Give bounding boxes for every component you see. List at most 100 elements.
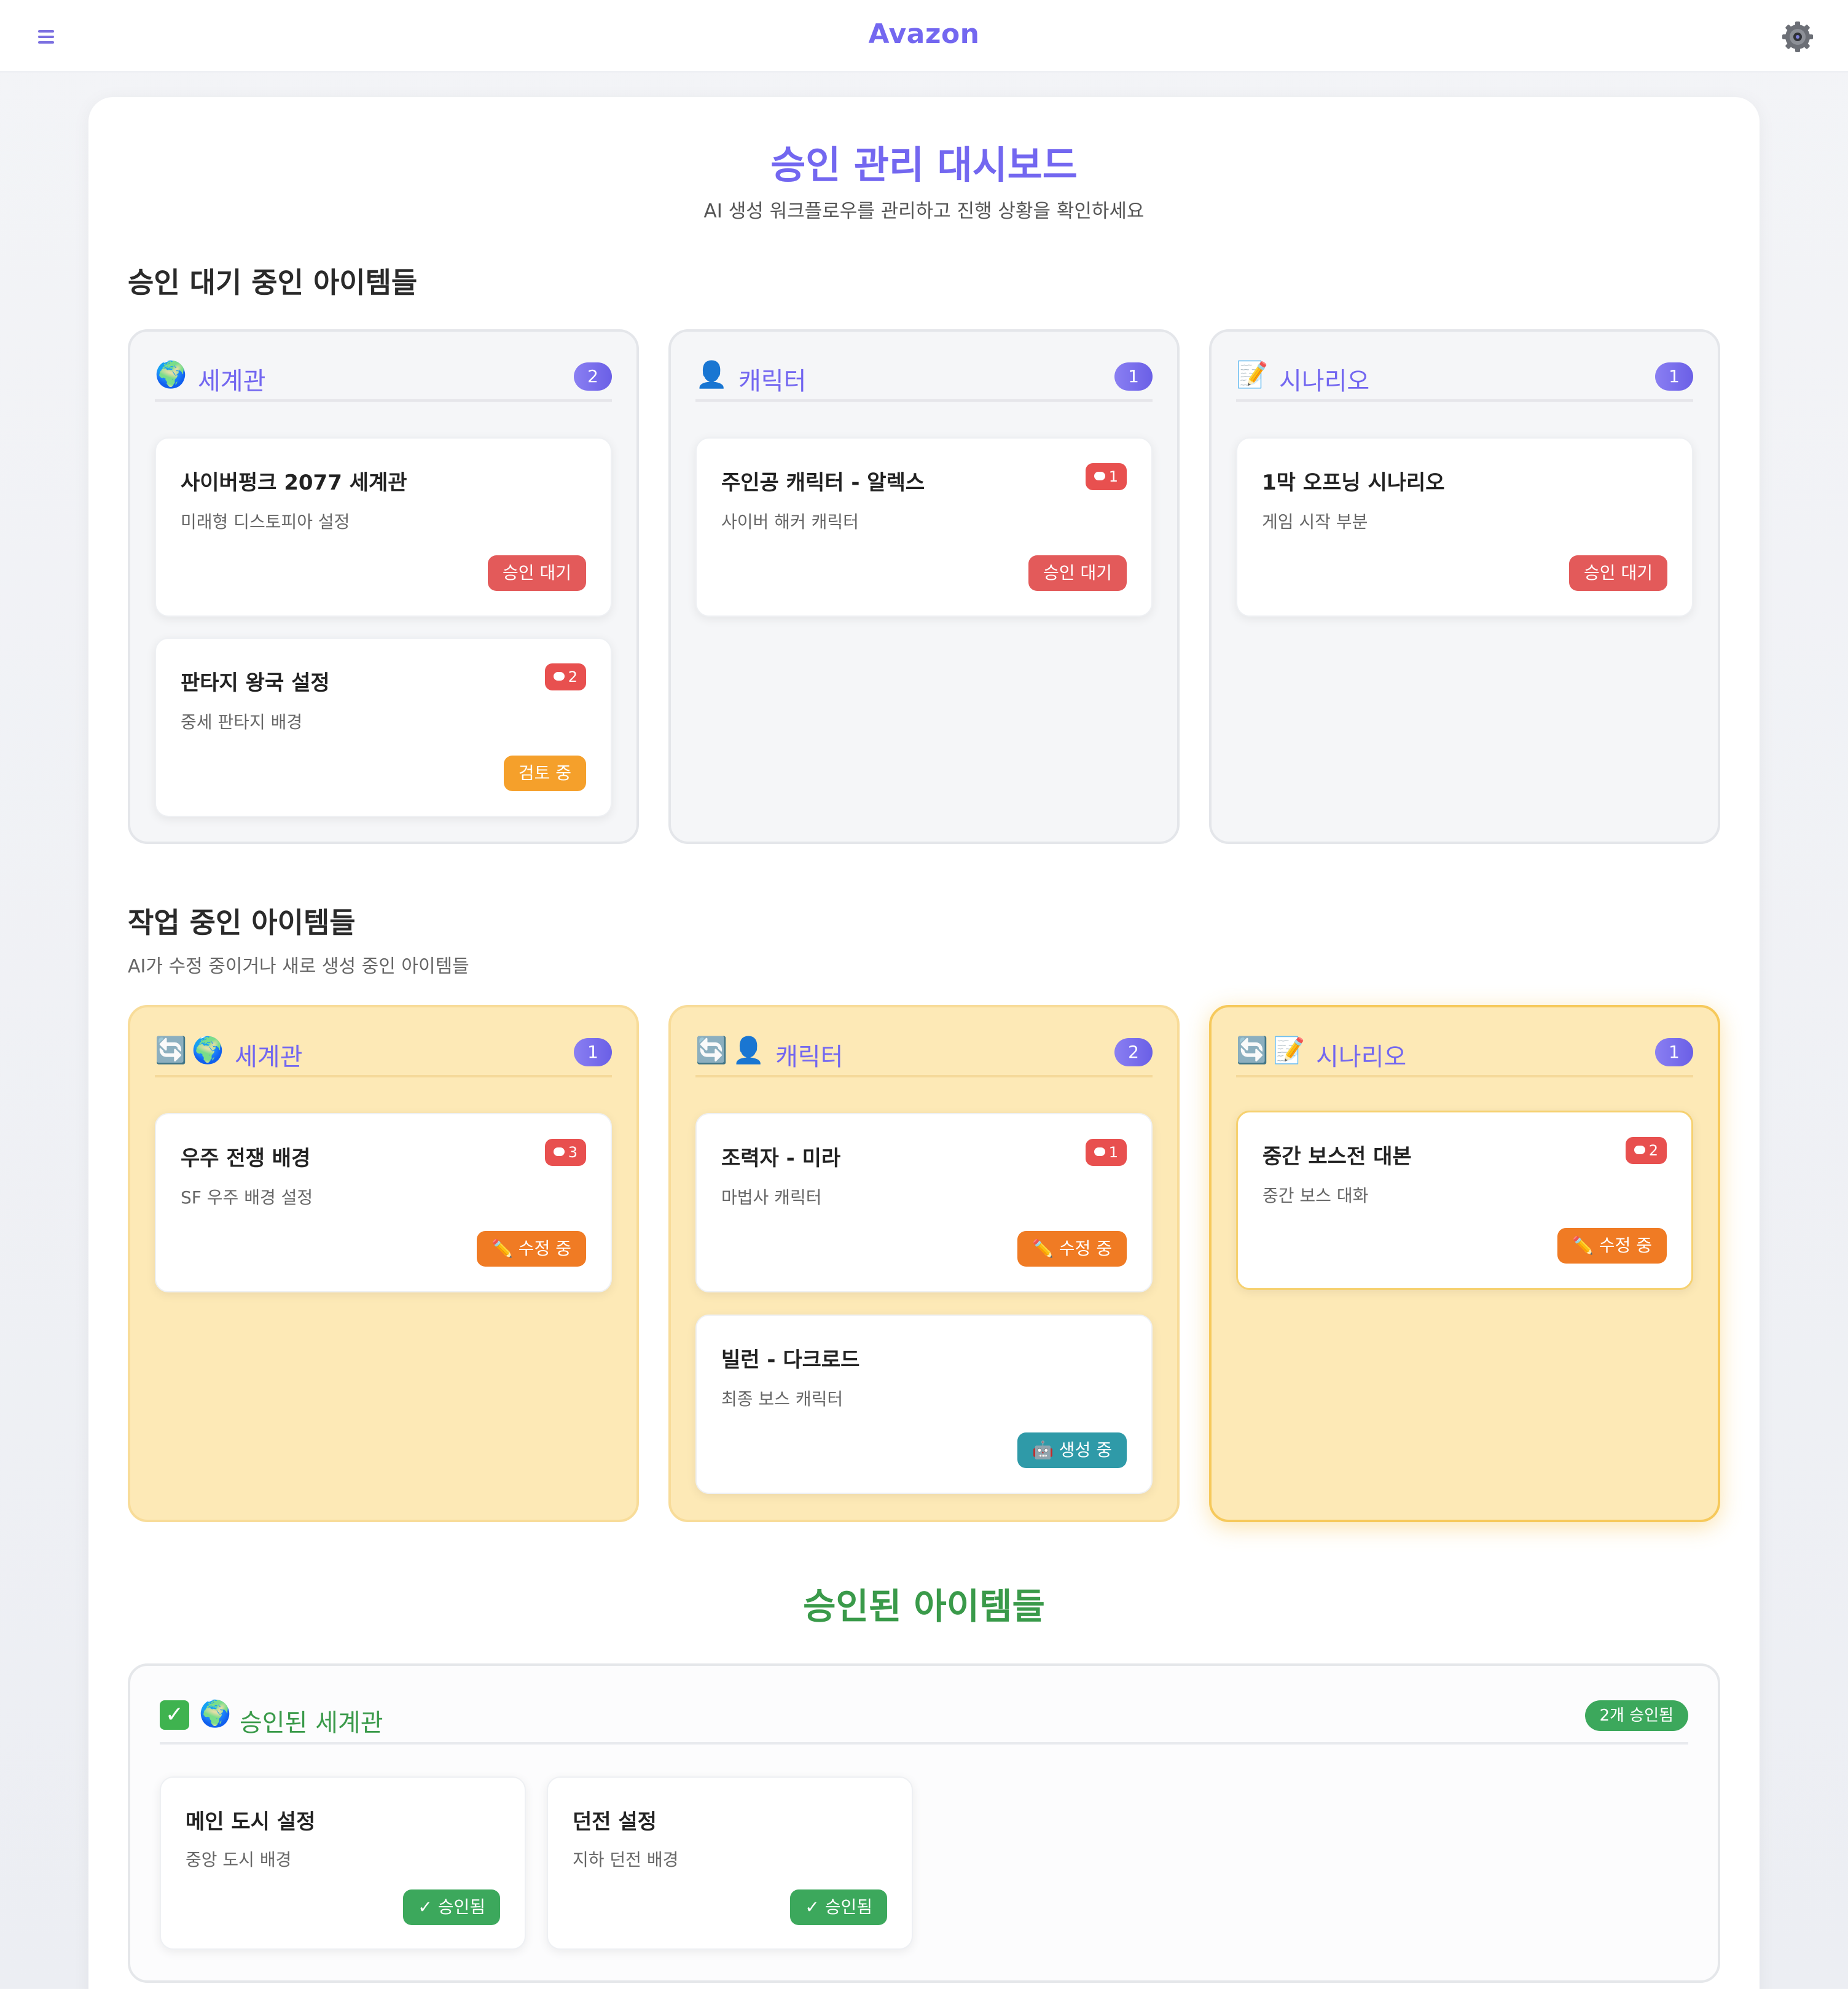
approved-item-card[interactable]: 던전 설정 지하 던전 배경 ✓ 승인됨	[547, 1776, 913, 1950]
person-icon: 👤	[732, 1035, 765, 1065]
settings-gear-icon[interactable]	[1782, 21, 1814, 53]
working-column-character: 🔄 👤 캐릭터 2 조력자 - 미라 1 마법사 캐릭터 ✏️ 수정 중 빌런 …	[668, 1005, 1180, 1522]
item-card[interactable]: 사이버펑크 2077 세계관 미래형 디스토피아 설정 승인 대기	[155, 437, 612, 617]
pending-column-character: 👤 캐릭터 1 주인공 캐릭터 - 알렉스 1 사이버 해커 캐릭터 승인 대기	[668, 329, 1180, 844]
item-card[interactable]: 조력자 - 미라 1 마법사 캐릭터 ✏️ 수정 중	[695, 1113, 1153, 1292]
comment-count: 1	[1108, 468, 1118, 485]
item-title: 판타지 왕국 설정	[181, 671, 330, 695]
pending-column-scenario: 📝 시나리오 1 1막 오프닝 시나리오 게임 시작 부분 승인 대기	[1209, 329, 1720, 844]
column-header: 🔄 👤 캐릭터 2	[695, 1034, 1153, 1077]
comment-icon	[553, 1147, 565, 1156]
working-section-subtitle: AI가 수정 중이거나 새로 생성 중인 아이템들	[128, 956, 469, 977]
item-title: 사이버펑크 2077 세계관	[181, 471, 407, 495]
comment-badge[interactable]: 1	[1085, 1139, 1127, 1166]
check-mark-icon: ✓	[160, 1700, 189, 1730]
column-header: 🌍 세계관 2	[155, 359, 612, 402]
globe-icon: 🌍	[192, 1035, 224, 1065]
item-card[interactable]: 1막 오프닝 시나리오 게임 시작 부분 승인 대기	[1236, 437, 1693, 617]
item-description: 중앙 도시 배경	[186, 1850, 292, 1870]
item-description: 게임 시작 부분	[1262, 512, 1368, 532]
comment-badge[interactable]: 1	[1085, 463, 1127, 490]
top-bar: Avazon	[0, 0, 1848, 72]
column-header: 🔄 📝 시나리오 1	[1236, 1034, 1693, 1077]
item-title: 주인공 캐릭터 - 알렉스	[721, 471, 925, 495]
item-description: 미래형 디스토피아 설정	[181, 512, 350, 532]
comment-badge[interactable]: 3	[544, 1139, 586, 1166]
status-badge[interactable]: 승인 대기	[1569, 555, 1667, 591]
count-badge: 1	[574, 1038, 612, 1066]
comment-icon	[1094, 472, 1105, 480]
count-badge: 2	[574, 362, 612, 391]
brand-logo[interactable]: Avazon	[0, 18, 1848, 50]
item-card[interactable]: 주인공 캐릭터 - 알렉스 1 사이버 해커 캐릭터 승인 대기	[695, 437, 1153, 617]
refresh-icon: 🔄	[1236, 1035, 1269, 1065]
item-description: 최종 보스 캐릭터	[721, 1389, 844, 1409]
status-badge[interactable]: ✏️ 수정 중	[1557, 1228, 1667, 1264]
comment-count: 2	[568, 668, 578, 686]
status-badge[interactable]: ✏️ 수정 중	[1017, 1231, 1127, 1267]
column-header: 📝 시나리오 1	[1236, 359, 1693, 402]
memo-icon: 📝	[1236, 359, 1269, 389]
approved-count-badge: 2개 승인됨	[1584, 1700, 1688, 1731]
column-label: 세계관	[235, 1043, 303, 1071]
status-badge[interactable]: 승인 대기	[1028, 555, 1127, 591]
globe-icon: 🌍	[199, 1698, 232, 1729]
column-label: 캐릭터	[738, 367, 807, 396]
column-label: 시나리오	[1316, 1043, 1407, 1071]
item-title: 중간 보스전 대본	[1263, 1144, 1412, 1169]
comment-count: 2	[1648, 1142, 1658, 1159]
page-subtitle: AI 생성 워크플로우를 관리하고 진행 상황을 확인하세요	[703, 200, 1145, 222]
item-card[interactable]: 빌런 - 다크로드 최종 보스 캐릭터 🤖 생성 중	[695, 1315, 1153, 1494]
approved-section-title: 승인된 아이템들	[803, 1585, 1045, 1627]
page-title: 승인 관리 대시보드	[770, 143, 1078, 187]
count-badge: 1	[1655, 362, 1693, 391]
status-badge[interactable]: ✓ 승인됨	[790, 1889, 887, 1925]
item-card[interactable]: 판타지 왕국 설정 2 중세 판타지 배경 검토 중	[155, 638, 612, 817]
column-label: 시나리오	[1279, 367, 1370, 396]
status-badge[interactable]: ✓ 승인됨	[403, 1889, 500, 1925]
refresh-icon: 🔄	[695, 1035, 728, 1065]
working-section-title: 작업 중인 아이템들	[128, 906, 356, 939]
item-title: 메인 도시 설정	[186, 1810, 316, 1834]
approved-group-label: 승인된 세계관	[240, 1709, 383, 1737]
pending-section-title: 승인 대기 중인 아이템들	[128, 266, 418, 299]
globe-icon: 🌍	[155, 359, 187, 389]
item-title: 빌런 - 다크로드	[721, 1348, 860, 1372]
person-icon: 👤	[695, 359, 728, 389]
item-description: 중간 보스 대화	[1263, 1186, 1369, 1206]
item-description: 마법사 캐릭터	[721, 1187, 822, 1208]
item-description: SF 우주 배경 설정	[181, 1187, 313, 1208]
comment-count: 3	[568, 1144, 578, 1161]
approved-item-card[interactable]: 메인 도시 설정 중앙 도시 배경 ✓ 승인됨	[160, 1776, 526, 1950]
item-card[interactable]: 중간 보스전 대본 2 중간 보스 대화 ✏️ 수정 중	[1236, 1111, 1693, 1290]
item-title: 던전 설정	[573, 1810, 657, 1834]
item-title: 1막 오프닝 시나리오	[1262, 471, 1445, 495]
status-badge[interactable]: 🤖 생성 중	[1017, 1432, 1127, 1468]
status-badge[interactable]: 검토 중	[503, 756, 586, 791]
item-description: 중세 판타지 배경	[181, 712, 303, 732]
comment-icon	[1094, 1147, 1105, 1156]
working-column-worldview: 🔄 🌍 세계관 1 우주 전쟁 배경 3 SF 우주 배경 설정 ✏️ 수정 중	[128, 1005, 639, 1522]
item-card[interactable]: 우주 전쟁 배경 3 SF 우주 배경 설정 ✏️ 수정 중	[155, 1113, 612, 1292]
comment-icon	[1634, 1146, 1645, 1154]
column-header: 👤 캐릭터 1	[695, 359, 1153, 402]
comment-icon	[553, 672, 565, 681]
approved-group-header: ✓ 🌍 승인된 세계관 2개 승인됨	[160, 1695, 1688, 1745]
status-badge[interactable]: ✏️ 수정 중	[477, 1231, 586, 1267]
refresh-icon: 🔄	[155, 1035, 187, 1065]
pending-column-worldview: 🌍 세계관 2 사이버펑크 2077 세계관 미래형 디스토피아 설정 승인 대…	[128, 329, 639, 844]
memo-icon: 📝	[1273, 1035, 1306, 1065]
status-badge[interactable]: 승인 대기	[488, 555, 586, 591]
comment-badge[interactable]: 2	[1625, 1137, 1667, 1164]
column-label: 캐릭터	[775, 1043, 844, 1071]
item-description: 사이버 해커 캐릭터	[721, 512, 859, 532]
item-title: 조력자 - 미라	[721, 1146, 841, 1171]
comment-count: 1	[1108, 1144, 1118, 1161]
count-badge: 2	[1114, 1038, 1153, 1066]
column-label: 세계관	[198, 367, 266, 396]
comment-badge[interactable]: 2	[544, 663, 586, 690]
column-header: 🔄 🌍 세계관 1	[155, 1034, 612, 1077]
item-title: 우주 전쟁 배경	[181, 1146, 311, 1171]
working-column-scenario: 🔄 📝 시나리오 1 중간 보스전 대본 2 중간 보스 대화 ✏️ 수정 중	[1209, 1005, 1720, 1522]
count-badge: 1	[1655, 1038, 1693, 1066]
